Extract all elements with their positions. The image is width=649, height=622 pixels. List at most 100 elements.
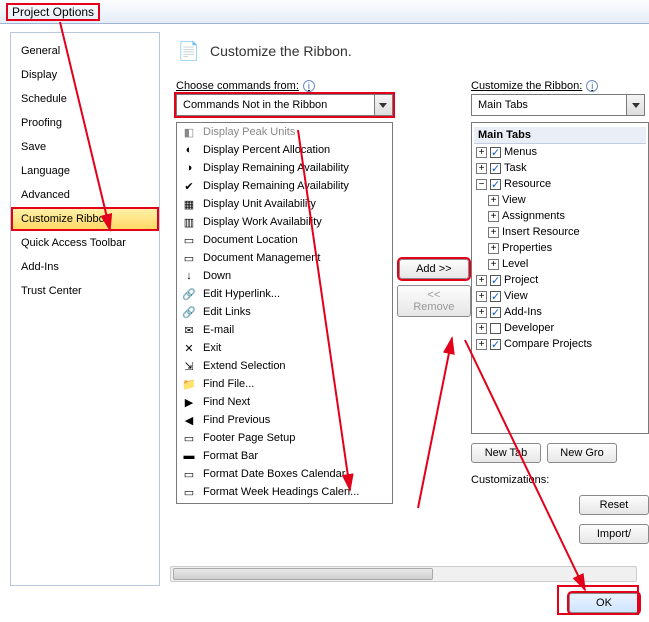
combo-arrow[interactable] bbox=[374, 95, 392, 115]
tree-label: Menus bbox=[504, 144, 537, 160]
command-label: Find Previous bbox=[203, 414, 270, 426]
expand-toggle[interactable]: + bbox=[476, 291, 487, 302]
reset-button[interactable]: Reset bbox=[579, 495, 649, 515]
sidebar-item-proofing[interactable]: Proofing bbox=[11, 111, 159, 135]
new-tab-button[interactable]: New Tab bbox=[471, 443, 541, 463]
tree-node[interactable]: +Compare Projects bbox=[474, 336, 646, 352]
command-item[interactable]: ▥Display Work Availability bbox=[177, 213, 392, 231]
sidebar-item-save[interactable]: Save bbox=[11, 135, 159, 159]
command-icon: ↓ bbox=[181, 268, 197, 284]
command-item[interactable]: 🔗Edit Links bbox=[177, 303, 392, 321]
new-group-button[interactable]: New Gro bbox=[547, 443, 617, 463]
ribbon-scope-value[interactable] bbox=[472, 95, 626, 115]
ribbon-tree[interactable]: Main Tabs +Menus+Task−Resource+View+Assi… bbox=[471, 122, 649, 434]
tree-node[interactable]: + Developer bbox=[474, 320, 646, 336]
expand-toggle[interactable]: + bbox=[488, 195, 499, 206]
command-label: Format Date Boxes Calendar... bbox=[203, 468, 354, 480]
ok-button[interactable]: OK bbox=[569, 593, 639, 613]
commands-listbox[interactable]: ◧ Display Peak Units ◐Display Percent Allo… bbox=[176, 122, 393, 504]
tree-node[interactable]: +Assignments bbox=[474, 208, 646, 224]
expand-toggle[interactable]: + bbox=[488, 259, 499, 270]
checkbox[interactable] bbox=[490, 275, 501, 286]
command-item[interactable]: ▭Document Location bbox=[177, 231, 392, 249]
command-item[interactable]: ✔Display Remaining Availability bbox=[177, 177, 392, 195]
command-label: Display Peak Units bbox=[203, 126, 295, 138]
import-export-button[interactable]: Import/ bbox=[579, 524, 649, 544]
command-item[interactable]: 🔗Edit Hyperlink... bbox=[177, 285, 392, 303]
expand-toggle[interactable]: + bbox=[488, 211, 499, 222]
combo-arrow[interactable] bbox=[626, 95, 644, 115]
command-label: Exit bbox=[203, 342, 221, 354]
scrollbar-thumb[interactable] bbox=[173, 568, 433, 580]
checkbox[interactable] bbox=[490, 307, 501, 318]
command-item[interactable]: ▶Find Next bbox=[177, 393, 392, 411]
expand-toggle[interactable]: + bbox=[476, 147, 487, 158]
expand-toggle[interactable]: + bbox=[476, 323, 487, 334]
expand-toggle[interactable]: + bbox=[488, 227, 499, 238]
info-icon[interactable]: i bbox=[586, 80, 598, 92]
ribbon-scope-combo[interactable] bbox=[471, 94, 645, 116]
command-item[interactable]: ↓ Down bbox=[177, 267, 392, 285]
tree-node[interactable]: +Project bbox=[474, 272, 646, 288]
checkbox[interactable] bbox=[490, 163, 501, 174]
sidebar-item-advanced[interactable]: Advanced bbox=[11, 183, 159, 207]
command-item[interactable]: ▬Format Bar bbox=[177, 447, 392, 465]
expand-toggle[interactable]: − bbox=[476, 179, 487, 190]
horizontal-scrollbar[interactable] bbox=[170, 566, 637, 582]
choose-commands-value[interactable] bbox=[177, 95, 374, 115]
checkbox[interactable] bbox=[490, 323, 501, 334]
sidebar-item-customize-ribbon[interactable]: Customize Ribbon bbox=[11, 207, 159, 231]
checkbox[interactable] bbox=[490, 291, 501, 302]
expand-toggle[interactable]: + bbox=[488, 243, 499, 254]
tree-node[interactable]: +Add-Ins bbox=[474, 304, 646, 320]
tree-label: Developer bbox=[504, 320, 554, 336]
tree-node[interactable]: +Insert Resource bbox=[474, 224, 646, 240]
tree-node[interactable]: +View bbox=[474, 288, 646, 304]
command-item[interactable]: ▭Document Management bbox=[177, 249, 392, 267]
command-label: Document Location bbox=[203, 234, 298, 246]
command-item[interactable]: 📁Find File... bbox=[177, 375, 392, 393]
command-item[interactable]: ▭Footer Page Setup bbox=[177, 429, 392, 447]
command-label: Down bbox=[203, 270, 231, 282]
command-icon: ◧ bbox=[181, 124, 197, 140]
sidebar-item-trust-center[interactable]: Trust Center bbox=[11, 279, 159, 303]
tree-node[interactable]: −Resource bbox=[474, 176, 646, 192]
command-item[interactable]: ◀Find Previous bbox=[177, 411, 392, 429]
expand-toggle[interactable]: + bbox=[476, 307, 487, 318]
command-item[interactable]: ◧ Display Peak Units bbox=[177, 123, 392, 141]
info-icon[interactable]: i bbox=[303, 80, 315, 92]
remove-button: << Remove bbox=[397, 285, 471, 317]
checkbox[interactable] bbox=[490, 147, 501, 158]
content-header: 📄 Customize the Ribbon. bbox=[176, 38, 649, 64]
tree-node[interactable]: +View bbox=[474, 192, 646, 208]
sidebar-item-quick-access-toolbar[interactable]: Quick Access Toolbar bbox=[11, 231, 159, 255]
add-button[interactable]: Add >> bbox=[399, 259, 469, 279]
sidebar-item-general[interactable]: General bbox=[11, 39, 159, 63]
command-item[interactable]: ◑Display Remaining Availability bbox=[177, 159, 392, 177]
tree-node[interactable]: + Menus bbox=[474, 144, 646, 160]
command-item[interactable]: ✉E-mail bbox=[177, 321, 392, 339]
expand-toggle[interactable]: + bbox=[476, 163, 487, 174]
checkbox[interactable] bbox=[490, 179, 501, 190]
command-item[interactable]: ⇲Extend Selection bbox=[177, 357, 392, 375]
sidebar-item-display[interactable]: Display bbox=[11, 63, 159, 87]
command-item[interactable]: ▭Format Week Headings Calen... bbox=[177, 483, 392, 501]
tree-node[interactable]: +Task bbox=[474, 160, 646, 176]
sidebar-item-language[interactable]: Language bbox=[11, 159, 159, 183]
command-label: Find Next bbox=[203, 396, 250, 408]
command-item[interactable]: ▭Format Date Boxes Calendar... bbox=[177, 465, 392, 483]
checkbox[interactable] bbox=[490, 339, 501, 350]
expand-toggle[interactable]: + bbox=[476, 339, 487, 350]
tree-node[interactable]: +Level bbox=[474, 256, 646, 272]
tree-node[interactable]: +Properties bbox=[474, 240, 646, 256]
choose-commands-combo[interactable] bbox=[176, 94, 393, 116]
command-icon: ⇲ bbox=[181, 358, 197, 374]
command-item[interactable]: ◐Display Percent Allocation bbox=[177, 141, 392, 159]
command-item[interactable]: ▭Formula Bar bbox=[177, 501, 392, 503]
sidebar-item-add-ins[interactable]: Add-Ins bbox=[11, 255, 159, 279]
tree-label: Insert Resource bbox=[502, 224, 580, 240]
command-item[interactable]: ✕Exit bbox=[177, 339, 392, 357]
sidebar-item-schedule[interactable]: Schedule bbox=[11, 87, 159, 111]
expand-toggle[interactable]: + bbox=[476, 275, 487, 286]
command-item[interactable]: ▦Display Unit Availability bbox=[177, 195, 392, 213]
